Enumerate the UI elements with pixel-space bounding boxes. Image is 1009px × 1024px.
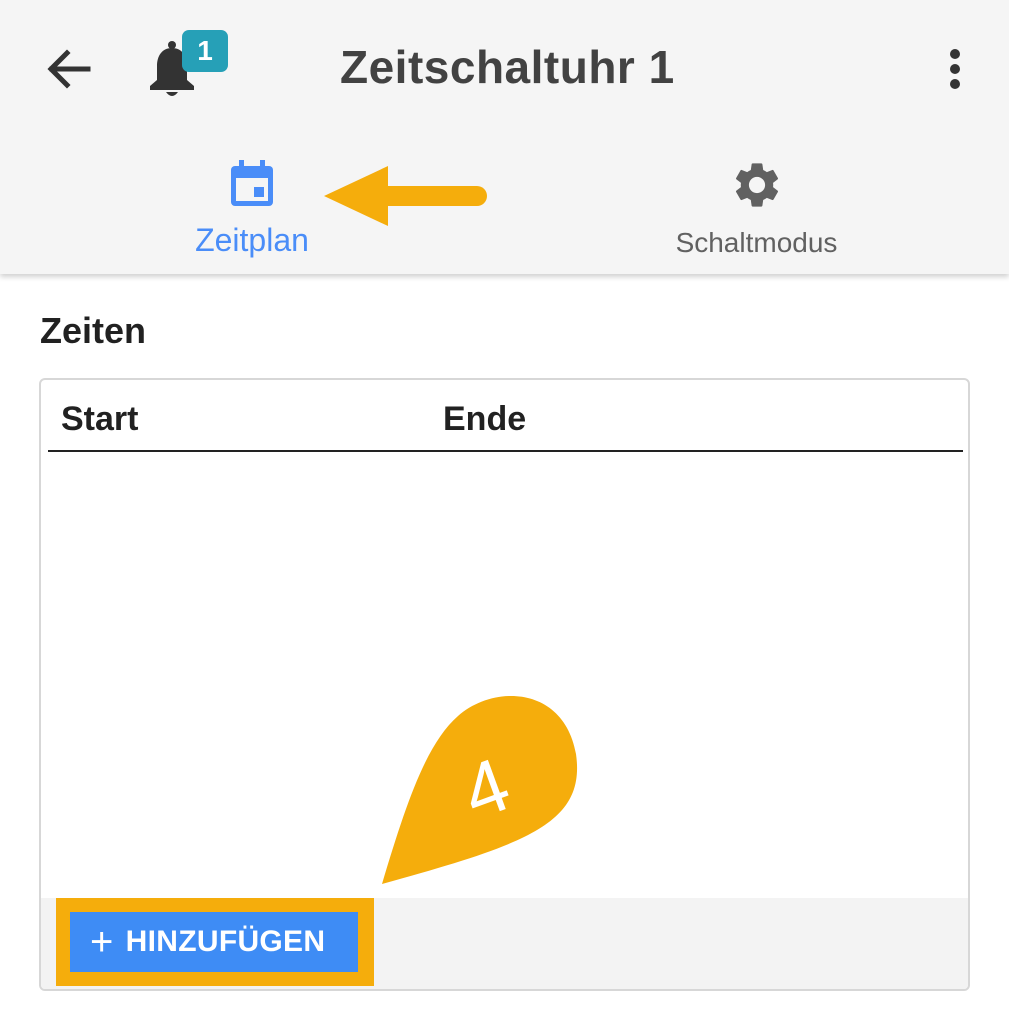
column-header-ende: Ende — [443, 400, 527, 438]
column-header-start: Start — [61, 400, 139, 438]
notification-badge: 1 — [182, 30, 228, 72]
app-bar: 1 Zeitschaltuhr 1 Zeitplan Schaltmodus — [0, 0, 1009, 274]
back-button[interactable] — [40, 40, 98, 98]
calendar-icon — [231, 160, 273, 206]
more-menu-button[interactable] — [930, 40, 980, 98]
section-title: Zeiten — [40, 310, 147, 351]
page-title: Zeitschaltuhr 1 — [340, 41, 675, 93]
arrow-back-icon — [47, 49, 91, 89]
annotation-arrow-icon — [324, 166, 487, 226]
tab-schaltmodus[interactable]: Schaltmodus — [504, 150, 1009, 274]
tab-schaltmodus-label: Schaltmodus — [675, 227, 838, 258]
add-button[interactable]: + HINZUFÜGEN — [70, 912, 358, 972]
header-divider — [48, 450, 963, 452]
table-footer: + HINZUFÜGEN — [41, 898, 968, 989]
notifications-button[interactable]: 1 — [140, 28, 230, 100]
add-button-label: HINZUFÜGEN — [125, 925, 326, 958]
more-vert-icon — [950, 49, 960, 89]
plus-icon: + — [90, 920, 114, 964]
gear-icon — [735, 163, 778, 207]
step-marker-icon: 4 — [382, 695, 578, 884]
